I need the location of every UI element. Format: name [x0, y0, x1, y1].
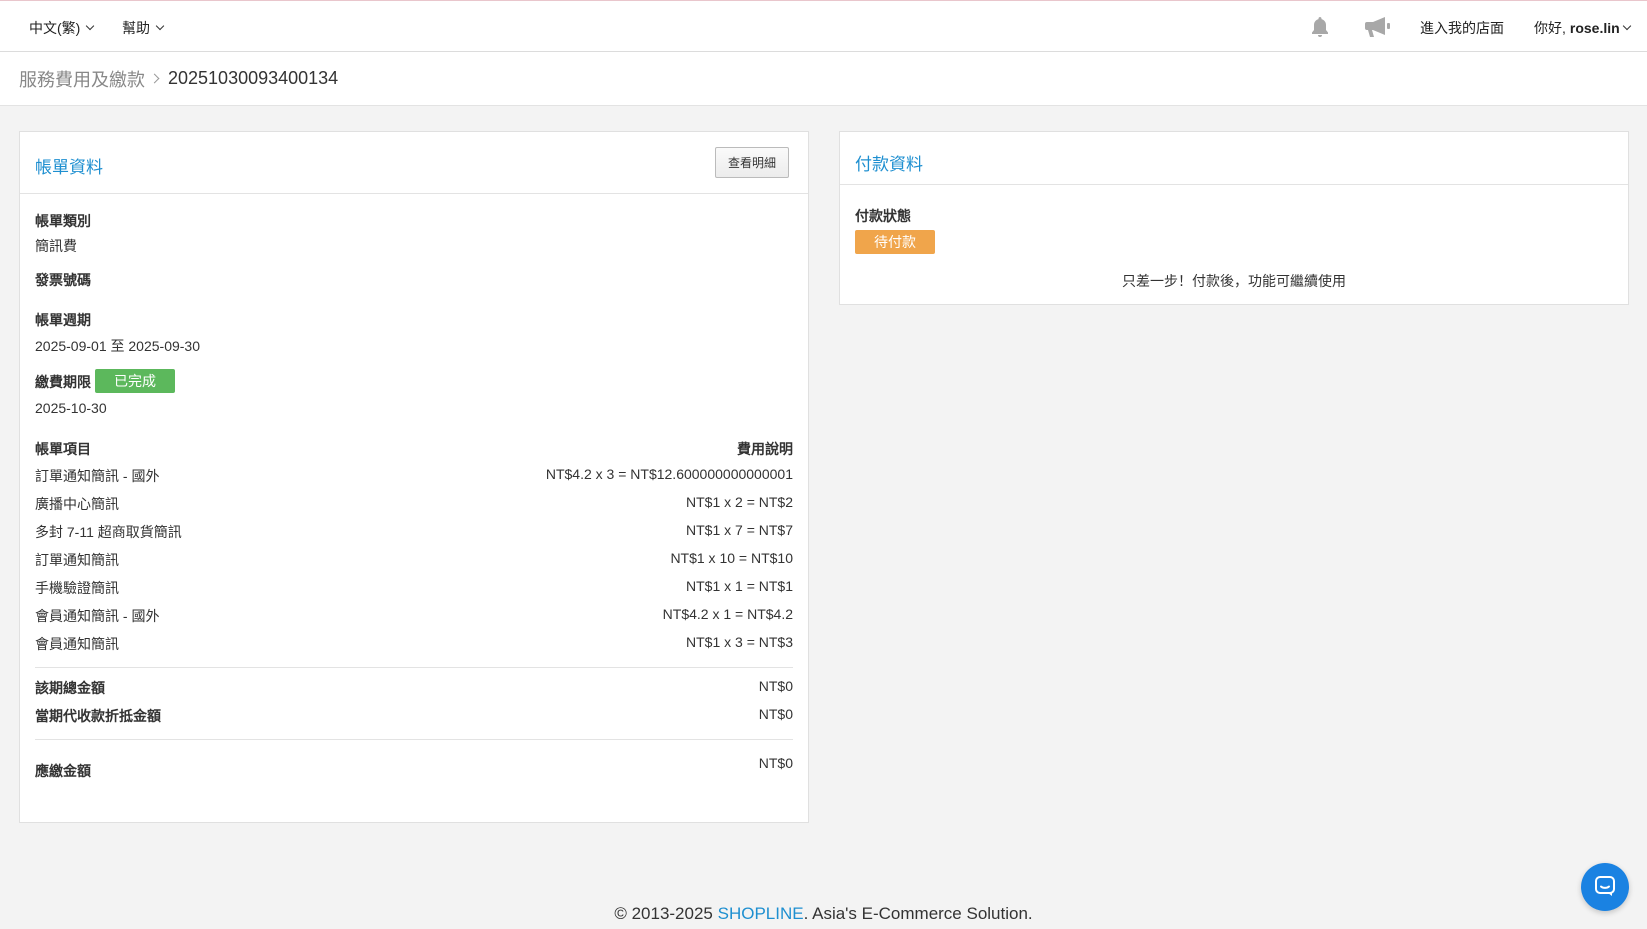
bill-period-label: 帳單週期 [35, 312, 91, 328]
bill-item-name: 會員通知簡訊 [35, 636, 119, 652]
payment-panel-header: 付款資料 [840, 132, 1628, 185]
bill-item-row: 訂單通知簡訊 - 國外 NT$4.2 x 3 = NT$12.600000000… [35, 466, 793, 486]
bill-item-row: 手機驗證簡訊 NT$1 x 1 = NT$1 [35, 578, 793, 598]
divider [35, 739, 793, 740]
offset-amount-label: 當期代收款折抵金額 [35, 708, 161, 724]
top-navbar: 中文(繁) 幫助 進入我的店面 你好, rose.lin [0, 0, 1647, 52]
bill-item-fee: NT$1 x 2 = NT$2 [686, 494, 793, 510]
bell-icon[interactable] [1308, 15, 1332, 42]
bill-item-row: 廣播中心簡訊 NT$1 x 2 = NT$2 [35, 494, 793, 514]
bill-panel-title: 帳單資料 [35, 158, 103, 177]
bill-item-name: 訂單通知簡訊 - 國外 [35, 468, 160, 484]
chat-button[interactable] [1581, 863, 1629, 911]
bill-panel-header: 帳單資料 查看明細 [20, 132, 808, 194]
invoice-number-label: 發票號碼 [35, 272, 91, 288]
chevron-down-icon [155, 21, 165, 31]
bill-item-row: 會員通知簡訊 - 國外 NT$4.2 x 1 = NT$4.2 [35, 606, 793, 626]
offset-amount-row: 當期代收款折抵金額 NT$0 [35, 706, 793, 726]
divider [35, 667, 793, 668]
breadcrumb-current: 20251030093400134 [168, 68, 339, 88]
footer: © 2013-2025 SHOPLINE. Asia's E-Commerce … [0, 904, 1647, 924]
chevron-down-icon [86, 21, 95, 31]
chevron-down-icon [1622, 21, 1631, 31]
bill-item-name: 會員通知簡訊 - 國外 [35, 608, 160, 624]
bill-item-name: 手機驗證簡訊 [35, 580, 119, 596]
due-date-value: 2025-10-30 [35, 400, 107, 416]
breadcrumb-parent-link[interactable]: 服務費用及繳款 [19, 66, 145, 92]
fee-description-header: 費用說明 [737, 441, 793, 457]
offset-amount-value: NT$0 [758, 706, 793, 722]
bill-item-fee: NT$4.2 x 1 = NT$4.2 [662, 606, 793, 622]
payment-info-panel: 付款資料 付款狀態 待付款 只差一步！付款後，功能可繼續使用 [839, 131, 1629, 305]
bill-item-fee: NT$4.2 x 3 = NT$12.600000000000001 [545, 466, 793, 482]
language-menu[interactable]: 中文(繁) [29, 18, 95, 38]
status-badge-pending: 待付款 [855, 230, 935, 254]
bill-item-row: 多封 7-11 超商取貨簡訊 NT$1 x 7 = NT$7 [35, 522, 793, 542]
payable-amount-row: 應繳金額 NT$0 [35, 755, 793, 779]
status-badge-completed: 已完成 [95, 369, 175, 393]
breadcrumb: 服務費用及繳款 20251030093400134 [0, 52, 1647, 106]
username-label: rose.lin [1569, 20, 1620, 36]
total-amount-label: 該期總金額 [35, 680, 105, 696]
store-link[interactable]: 進入我的店面 [1420, 18, 1504, 38]
total-amount-value: NT$0 [758, 678, 793, 694]
payable-amount-label: 應繳金額 [35, 763, 91, 779]
chevron-right-icon [149, 73, 160, 84]
bill-item-row: 訂單通知簡訊 NT$1 x 10 = NT$10 [35, 550, 793, 570]
items-header-label: 帳單項目 [35, 441, 91, 457]
bill-info-panel: 帳單資料 查看明細 帳單類別 簡訊費 發票號碼 帳單週期 2025-09-01 … [19, 131, 809, 823]
bill-item-fee: NT$1 x 3 = NT$3 [686, 634, 793, 650]
bill-item-name: 廣播中心簡訊 [35, 496, 119, 512]
bill-item-fee: NT$1 x 7 = NT$7 [686, 522, 793, 538]
view-details-button[interactable]: 查看明細 [715, 147, 789, 178]
user-menu[interactable]: 你好, rose.lin [1534, 18, 1631, 38]
footer-tagline: . Asia's E-Commerce Solution. [803, 904, 1033, 923]
bill-item-fee: NT$1 x 1 = NT$1 [686, 578, 793, 594]
bill-item-fee: NT$1 x 10 = NT$10 [670, 550, 793, 566]
payable-amount-value: NT$0 [758, 755, 793, 771]
footer-copyright: © 2013-2025 [614, 904, 718, 923]
bill-type-label: 帳單類別 [35, 213, 91, 229]
payment-note: 只差一步！付款後，功能可繼續使用 [1122, 273, 1346, 289]
help-menu[interactable]: 幫助 [122, 18, 165, 38]
bill-item-name: 訂單通知簡訊 [35, 552, 119, 568]
bill-item-row: 會員通知簡訊 NT$1 x 3 = NT$3 [35, 634, 793, 654]
footer-brand-link[interactable]: SHOPLINE [718, 904, 804, 923]
bill-period-value: 2025-09-01 至 2025-09-30 [35, 338, 201, 354]
bill-type-value: 簡訊費 [35, 238, 77, 254]
megaphone-icon[interactable] [1363, 15, 1391, 42]
payment-status-label: 付款狀態 [855, 208, 911, 224]
help-label: 幫助 [122, 20, 150, 36]
greeting-label: 你好, [1534, 20, 1566, 36]
bill-item-name: 多封 7-11 超商取貨簡訊 [35, 524, 182, 540]
chat-icon [1594, 875, 1616, 900]
due-date-label: 繳費期限 [35, 374, 91, 390]
payment-panel-title: 付款資料 [855, 155, 923, 174]
total-amount-row: 該期總金額 NT$0 [35, 678, 793, 698]
language-label: 中文(繁) [29, 20, 81, 36]
